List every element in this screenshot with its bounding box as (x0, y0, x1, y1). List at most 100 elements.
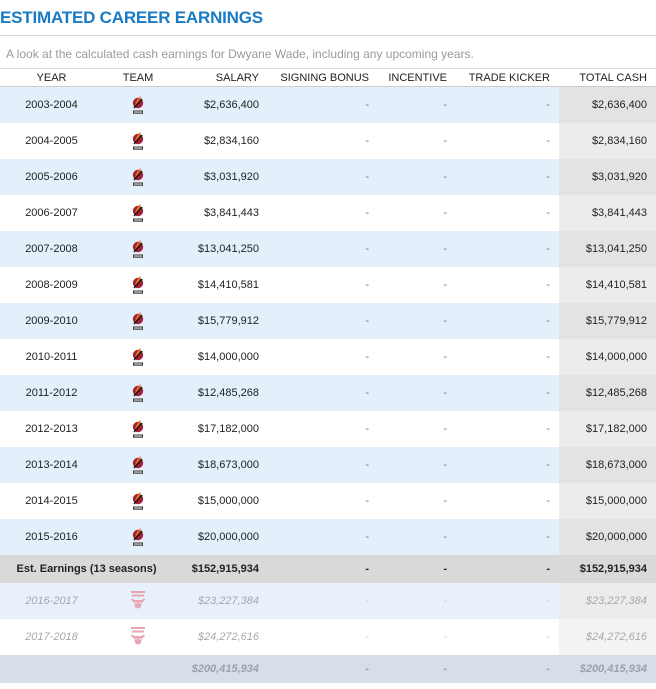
section-subtitle: A look at the calculated cash earnings f… (6, 47, 474, 61)
table-row: 2003-2004 $2,636,400- - - $2,636,400 (0, 86, 656, 123)
cell-year: 2004-2005 (25, 135, 78, 147)
cell-salary: $14,410,581 (197, 279, 259, 291)
column-header-total-cash[interactable]: TOTAL CASH (559, 68, 656, 87)
table-row: 2014-2015 $15,000,000- - - $15,000,000 (0, 483, 656, 519)
cell-trade-kicker: - (546, 351, 550, 363)
cell-incentive: - (443, 279, 447, 291)
cell-year: 2009-2010 (0, 303, 103, 339)
cell-incentive: - (378, 86, 456, 123)
cell-year: 2016-2017 (0, 583, 103, 619)
summary-row: Est. Earnings (13 seasons) $152,915,934- -… (0, 555, 656, 583)
cell-total-cash: $24,272,616 (559, 619, 656, 655)
projected-incentive: - (378, 655, 456, 683)
earnings-table: YEAR TEAM SALARY SIGNING BONUS INCENTIVE… (0, 68, 656, 683)
column-header-signing-bonus[interactable]: SIGNING BONUS (268, 68, 378, 87)
table-row: 2013-2014 $18,673,000- - - $18,673,000 (0, 447, 656, 483)
projected-salary: $200,415,934 (173, 655, 268, 683)
miami-heat-logo-icon (132, 132, 144, 150)
cell-salary: $23,227,384 (173, 583, 268, 619)
cell-trade-kicker: - (546, 135, 550, 147)
table-row: 2005-2006 $3,031,920- - - $3,031,920 (0, 159, 656, 195)
cell-signing-bonus: - (268, 447, 378, 483)
cell-total-cash: $15,000,000 (559, 483, 656, 519)
column-header-year[interactable]: YEAR (0, 68, 103, 87)
cell-year: 2005-2006 (0, 159, 103, 195)
cell-incentive: - (378, 159, 456, 195)
table-row: 2011-2012 $12,485,268- - - $12,485,268 (0, 375, 656, 411)
cell-salary: $3,841,443 (203, 207, 259, 219)
cell-team (103, 123, 173, 159)
column-header-trade-kicker[interactable]: TRADE KICKER (456, 68, 559, 87)
cell-total-cash: $2,636,400 (559, 86, 656, 123)
cell-trade-kicker: - (546, 495, 550, 507)
cell-signing-bonus: - (268, 519, 378, 555)
cell-year: 2013-2014 (0, 447, 103, 483)
page-title: ESTIMATED CAREER EARNINGS (0, 8, 263, 27)
cell-team (103, 519, 173, 555)
cell-trade-kicker: - (456, 86, 559, 123)
cell-team (103, 195, 173, 231)
table-row: 2016-2017 $23,227,384- - - $23,227,384 (0, 583, 656, 619)
cell-team (103, 483, 173, 519)
cell-year: 2003-2004 (0, 86, 103, 123)
cell-year: 2008-2009 (25, 279, 78, 291)
cell-total-cash: $14,000,000 (559, 339, 656, 375)
cell-incentive: - (443, 495, 447, 507)
cell-trade-kicker: - (456, 583, 559, 619)
cell-total-cash: $12,485,268 (559, 375, 656, 411)
cell-signing-bonus: - (268, 231, 378, 267)
cell-total-cash: $3,031,920 (559, 159, 656, 195)
column-header-salary[interactable]: SALARY (173, 68, 268, 87)
cell-signing-bonus: - (365, 135, 369, 147)
cell-signing-bonus: - (365, 351, 369, 363)
miami-heat-logo-icon (132, 276, 144, 294)
cell-total-cash: $15,779,912 (559, 303, 656, 339)
cell-incentive: - (378, 303, 456, 339)
table-row: 2006-2007 $3,841,443- - - $3,841,443 (0, 195, 656, 231)
cell-salary: $13,041,250 (173, 231, 268, 267)
cell-year: 2015-2016 (0, 519, 103, 555)
cell-incentive: - (378, 231, 456, 267)
column-header-team[interactable]: TEAM (103, 68, 173, 87)
cell-trade-kicker: - (456, 303, 559, 339)
projected-total-cash: $200,415,934 (559, 655, 656, 683)
cell-trade-kicker: - (456, 159, 559, 195)
miami-heat-logo-icon (132, 348, 144, 366)
cell-salary: $15,779,912 (173, 303, 268, 339)
cell-year: 2014-2015 (25, 495, 78, 507)
cell-incentive: - (443, 351, 447, 363)
column-header-incentive[interactable]: INCENTIVE (378, 68, 456, 87)
miami-heat-logo-icon (132, 240, 144, 258)
miami-heat-logo-icon (132, 96, 144, 114)
cell-team (103, 375, 173, 411)
cell-trade-kicker: - (456, 519, 559, 555)
projected-signing-bonus: - (268, 655, 378, 683)
table-row: 2009-2010 $15,779,912- - - $15,779,912 (0, 303, 656, 339)
table-row: 2012-2013 $17,182,000- - - $17,182,000 (0, 411, 656, 447)
miami-heat-logo-icon (132, 456, 144, 474)
cell-total-cash: $20,000,000 (559, 519, 656, 555)
cell-team (103, 86, 173, 123)
cell-year: 2012-2013 (25, 423, 78, 435)
cell-year: 2017-2018 (25, 631, 78, 643)
cell-salary: $12,485,268 (173, 375, 268, 411)
cell-signing-bonus: - (365, 207, 369, 219)
cell-signing-bonus: - (268, 583, 378, 619)
cell-trade-kicker: - (546, 207, 550, 219)
cell-team (103, 267, 173, 303)
cell-incentive: - (443, 207, 447, 219)
cell-year: 2006-2007 (25, 207, 78, 219)
cell-team (103, 231, 173, 267)
summary-trade-kicker: - (456, 555, 559, 583)
summary-salary: $152,915,934 (173, 555, 268, 583)
cell-trade-kicker: - (456, 231, 559, 267)
cell-incentive: - (378, 519, 456, 555)
table-row: 2017-2018 $24,272,616- - - $24,272,616 (0, 619, 656, 655)
cell-incentive: - (378, 375, 456, 411)
cell-signing-bonus: - (365, 495, 369, 507)
cell-total-cash: $3,841,443 (559, 195, 656, 231)
cell-salary: $14,000,000 (197, 351, 259, 363)
cell-team (103, 159, 173, 195)
cell-trade-kicker: - (546, 279, 550, 291)
summary-label: Est. Earnings (13 seasons) (0, 555, 173, 583)
